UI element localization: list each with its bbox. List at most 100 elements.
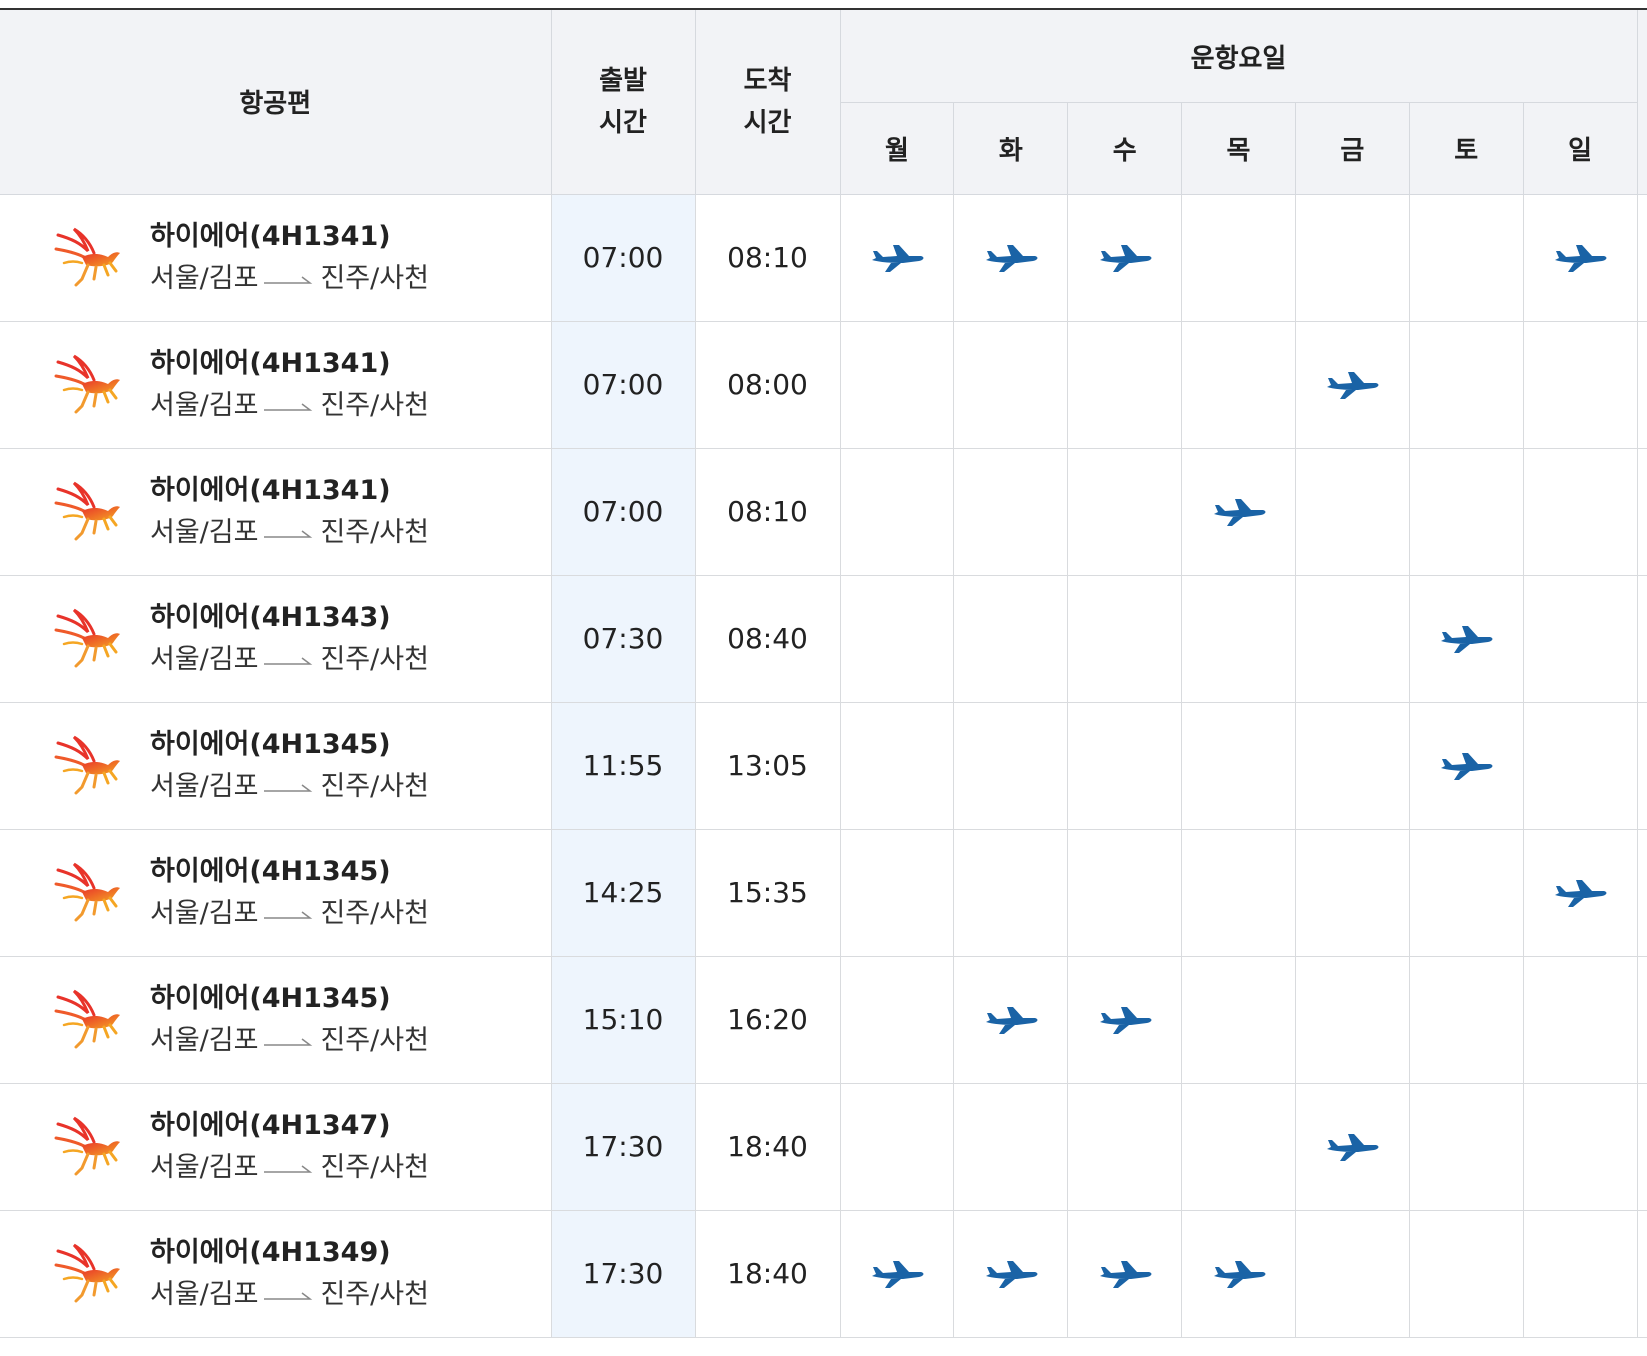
day-cell — [1523, 1210, 1638, 1338]
day-cell — [1523, 1083, 1638, 1211]
flight-cell: 하이에어(4H1341) 서울/김포 진주/사천 — [0, 194, 552, 322]
route-destination: 진주/사천 — [320, 1151, 429, 1183]
flight-text: 하이에어(4H1349) 서울/김포 진주/사천 — [150, 1232, 429, 1316]
day-cell — [1409, 575, 1524, 703]
table-row: 하이에어(4H1343) 서울/김포 진주/사천 07:30 08:40 — [0, 575, 1647, 703]
flight-cell: 하이에어(4H1341) 서울/김포 진주/사천 — [0, 448, 552, 576]
day-cell — [1295, 829, 1410, 957]
day-cell — [840, 829, 955, 957]
row-edge — [1637, 829, 1647, 957]
day-cell — [1067, 448, 1183, 576]
flight-name: 하이에어(4H1345) — [150, 728, 391, 760]
row-edge — [1637, 1210, 1647, 1338]
route-destination: 진주/사천 — [320, 643, 429, 675]
hi-air-pegasus-logo-icon — [54, 354, 120, 413]
day-cell — [953, 956, 1069, 1084]
day-cell — [953, 1083, 1069, 1211]
departure-time: 15:10 — [551, 956, 696, 1084]
row-edge — [1637, 1083, 1647, 1211]
header-departure-line1: 출발 — [599, 65, 647, 96]
table-row: 하이에어(4H1345) 서울/김포 진주/사천 11:55 13:05 — [0, 702, 1647, 830]
table-body: 하이에어(4H1341) 서울/김포 진주/사천 07:00 08:10 하이에어(4… — [0, 194, 1647, 1338]
flight-info: 하이에어(4H1341) 서울/김포 진주/사천 — [0, 343, 551, 427]
arrival-time: 18:40 — [695, 1210, 841, 1338]
day-cell — [1067, 829, 1183, 957]
flight-name: 하이에어(4H1341) — [150, 220, 391, 252]
flight-cell: 하이에어(4H1343) 서울/김포 진주/사천 — [0, 575, 552, 703]
header-departure: 출발 시간 — [551, 8, 696, 195]
header-edge — [1637, 8, 1647, 195]
arrival-time: 15:35 — [695, 829, 841, 957]
airplane-icon — [1099, 245, 1152, 272]
route-arrow-icon — [264, 275, 313, 284]
flight-cell: 하이에어(4H1345) 서울/김포 진주/사천 — [0, 702, 552, 830]
day-cell — [1523, 702, 1638, 830]
table-row: 하이에어(4H1341) 서울/김포 진주/사천 07:00 08:00 — [0, 321, 1647, 449]
day-cell — [1181, 194, 1296, 322]
route-arrow-icon — [264, 1037, 313, 1046]
header-day: 화 — [953, 102, 1069, 195]
day-cell — [840, 575, 955, 703]
day-cell — [1409, 1210, 1524, 1338]
day-cell — [840, 448, 955, 576]
header-arrival: 도착 시간 — [695, 8, 841, 195]
day-cell — [1523, 575, 1638, 703]
day-cell — [1181, 702, 1296, 830]
route-origin: 서울/김포 — [150, 897, 259, 929]
flight-route: 서울/김포 진주/사천 — [150, 258, 429, 300]
header-day: 금 — [1295, 102, 1410, 195]
day-cell — [1181, 956, 1296, 1084]
day-cell — [1067, 956, 1183, 1084]
flight-name: 하이에어(4H1347) — [150, 1109, 391, 1141]
flight-info: 하이에어(4H1341) 서울/김포 진주/사천 — [0, 470, 551, 554]
flight-text: 하이에어(4H1341) 서울/김포 진주/사천 — [150, 216, 429, 300]
airplane-icon — [1441, 626, 1493, 653]
departure-time: 07:00 — [551, 448, 696, 576]
airplane-icon — [985, 1261, 1038, 1288]
departure-time: 07:30 — [551, 575, 696, 703]
route-destination: 진주/사천 — [320, 897, 429, 929]
route-origin: 서울/김포 — [150, 643, 259, 675]
day-cell — [1067, 194, 1183, 322]
hi-air-pegasus-logo-icon — [54, 608, 120, 667]
day-cell — [1181, 321, 1296, 449]
table-row: 하이에어(4H1349) 서울/김포 진주/사천 17:30 18:40 — [0, 1210, 1647, 1338]
row-edge — [1637, 194, 1647, 322]
day-cell — [953, 448, 1069, 576]
day-cell — [840, 321, 955, 449]
day-cell — [1295, 321, 1410, 449]
route-arrow-icon — [264, 656, 313, 665]
departure-time: 07:00 — [551, 321, 696, 449]
day-cell — [1523, 956, 1638, 1084]
flight-cell: 하이에어(4H1347) 서울/김포 진주/사천 — [0, 1083, 552, 1211]
hi-air-pegasus-logo-icon — [54, 1116, 120, 1175]
table-row: 하이에어(4H1347) 서울/김포 진주/사천 17:30 18:40 — [0, 1083, 1647, 1211]
hi-air-pegasus-logo-icon — [54, 862, 120, 921]
header-day: 월 — [840, 102, 955, 195]
schedule-table: 항공편 출발 시간 도착 시간 운항요일 월화수목금토일 하이에어(4H1341… — [0, 8, 1647, 1338]
day-cell — [1181, 829, 1296, 957]
route-destination: 진주/사천 — [320, 770, 429, 802]
flight-info: 하이에어(4H1343) 서울/김포 진주/사천 — [0, 597, 551, 681]
day-cell — [1067, 702, 1183, 830]
header-day: 일 — [1523, 102, 1638, 195]
flight-name: 하이에어(4H1345) — [150, 982, 391, 1014]
flight-info: 하이에어(4H1349) 서울/김포 진주/사천 — [0, 1232, 551, 1316]
day-cell — [1295, 702, 1410, 830]
day-cell — [1181, 1210, 1296, 1338]
flight-text: 하이에어(4H1341) 서울/김포 진주/사천 — [150, 470, 429, 554]
flight-route: 서울/김포 진주/사천 — [150, 1020, 429, 1062]
flight-info: 하이에어(4H1345) 서울/김포 진주/사천 — [0, 851, 551, 935]
table-row: 하이에어(4H1341) 서울/김포 진주/사천 07:00 08:10 — [0, 448, 1647, 576]
flight-cell: 하이에어(4H1345) 서울/김포 진주/사천 — [0, 956, 552, 1084]
day-cell — [953, 829, 1069, 957]
route-arrow-icon — [264, 1291, 313, 1300]
flight-text: 하이에어(4H1341) 서울/김포 진주/사천 — [150, 343, 429, 427]
row-edge — [1637, 702, 1647, 830]
airplane-icon — [1441, 753, 1493, 780]
day-cell — [953, 194, 1069, 322]
day-cell — [1523, 194, 1638, 322]
day-cell — [840, 194, 955, 322]
departure-time: 17:30 — [551, 1083, 696, 1211]
day-cell — [953, 1210, 1069, 1338]
